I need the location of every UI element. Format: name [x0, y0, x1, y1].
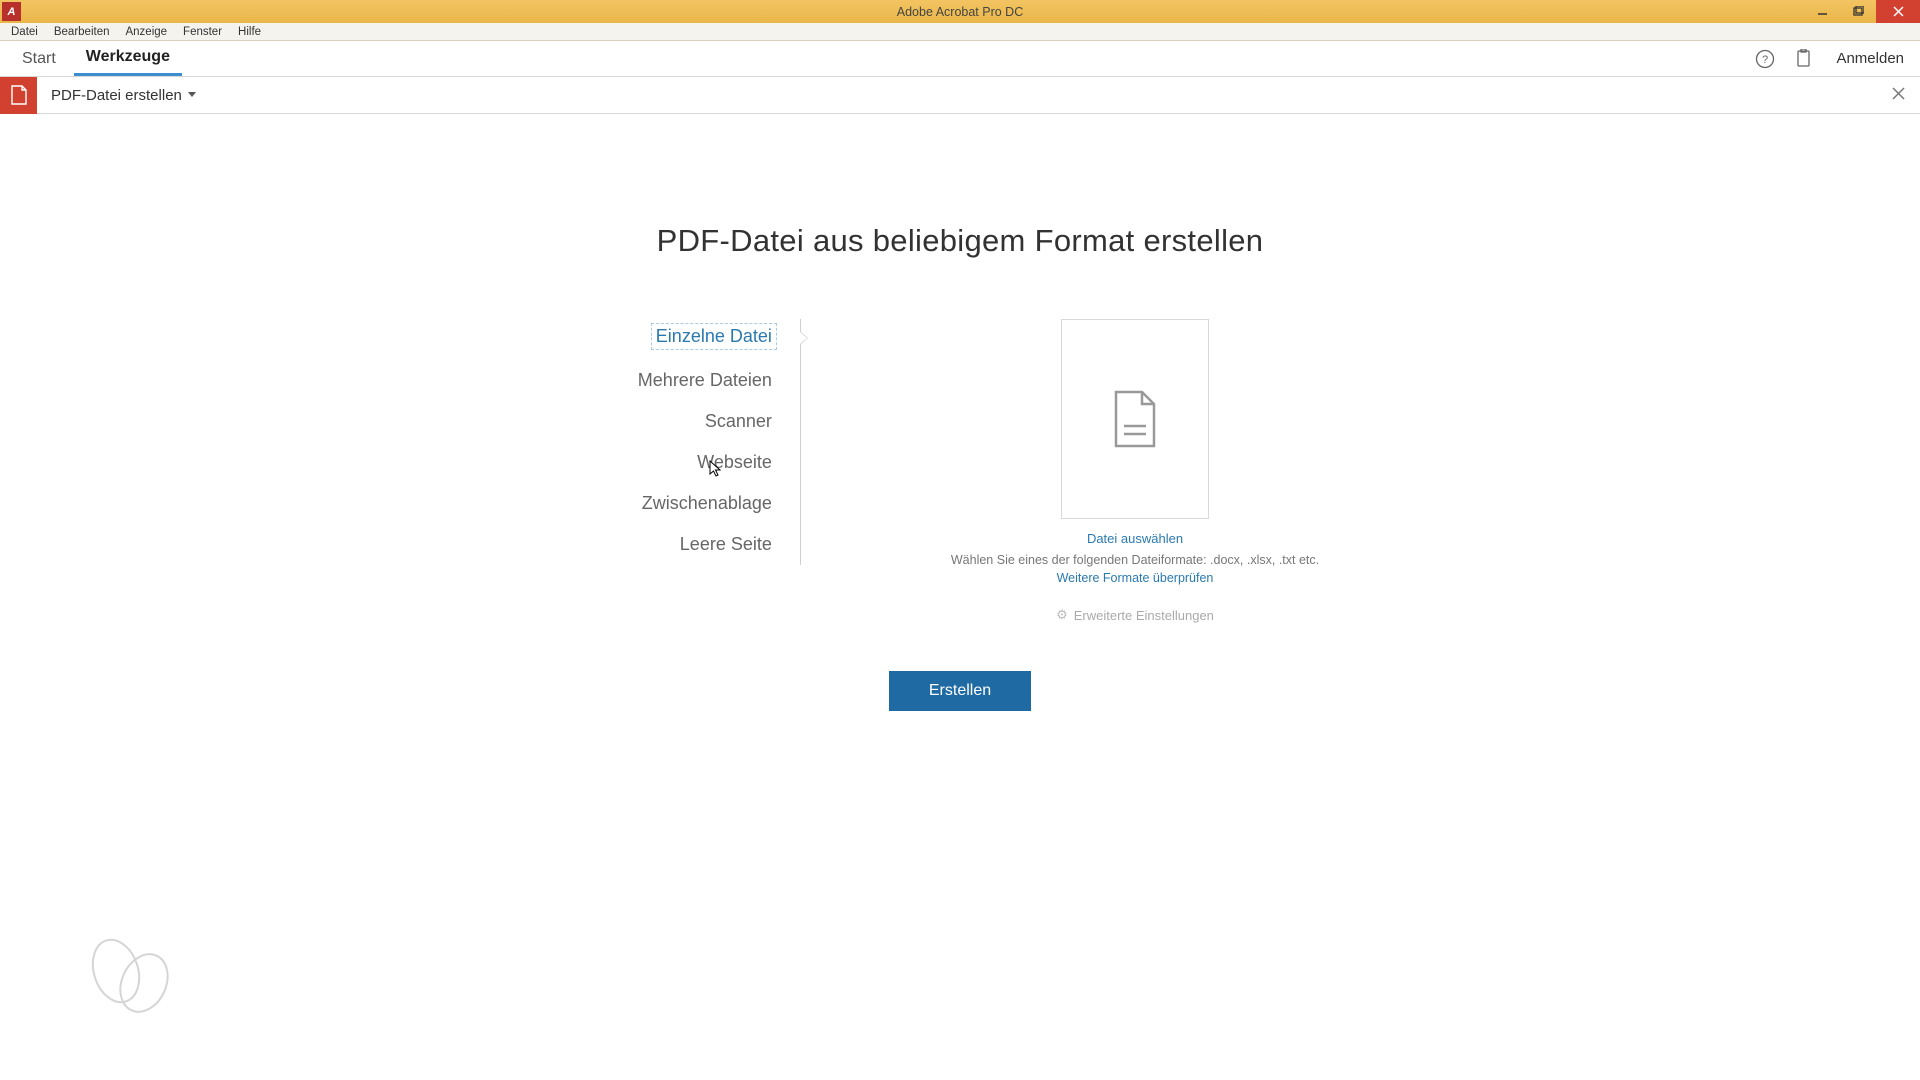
more-formats-link[interactable]: Weitere Formate überprüfen	[1057, 571, 1214, 585]
window-controls	[1804, 0, 1920, 23]
tool-close-button[interactable]	[1891, 85, 1906, 106]
close-icon	[1891, 86, 1906, 101]
app-icon: A	[2, 2, 21, 21]
source-leere-seite[interactable]: Leere Seite	[601, 534, 772, 555]
tool-header: PDF-Datei erstellen	[0, 77, 1920, 114]
maximize-icon	[1853, 6, 1864, 17]
tab-werkzeuge[interactable]: Werkzeuge	[74, 41, 182, 76]
source-zwischenablage[interactable]: Zwischenablage	[601, 493, 772, 514]
tabs-right: ? Anmelden	[1754, 48, 1912, 70]
gear-icon: ⚙	[1056, 607, 1068, 623]
file-drop-zone[interactable]	[1061, 319, 1209, 519]
create-pdf-icon	[9, 84, 29, 106]
close-button[interactable]	[1876, 0, 1920, 23]
content-row: Einzelne Datei Mehrere Dateien Scanner W…	[601, 319, 1319, 623]
menu-fenster[interactable]: Fenster	[176, 25, 229, 39]
menu-hilfe[interactable]: Hilfe	[231, 25, 268, 39]
menu-anzeige[interactable]: Anzeige	[118, 25, 174, 39]
tabs-row: Start Werkzeuge ? Anmelden	[0, 41, 1920, 77]
maximize-button[interactable]	[1840, 0, 1876, 23]
select-file-link[interactable]: Datei auswählen	[1087, 531, 1183, 546]
minimize-button[interactable]	[1804, 0, 1840, 23]
source-webseite[interactable]: Webseite	[601, 452, 772, 473]
bell-icon	[1795, 49, 1812, 69]
tab-start[interactable]: Start	[10, 43, 68, 75]
help-button[interactable]: ?	[1754, 48, 1776, 70]
tool-title-label: PDF-Datei erstellen	[51, 87, 182, 104]
tool-title[interactable]: PDF-Datei erstellen	[51, 87, 196, 104]
formats-hint: Wählen Sie eines der folgenden Dateiform…	[951, 553, 1319, 567]
menu-datei[interactable]: Datei	[4, 25, 45, 39]
close-icon	[1893, 6, 1904, 17]
menubar: Datei Bearbeiten Anzeige Fenster Hilfe	[0, 23, 1920, 41]
app-title: Adobe Acrobat Pro DC	[897, 5, 1023, 19]
create-button[interactable]: Erstellen	[889, 671, 1031, 711]
main-content: PDF-Datei aus beliebigem Format erstelle…	[0, 115, 1920, 1080]
notifications-button[interactable]	[1792, 48, 1814, 70]
advanced-settings-label: Erweiterte Einstellungen	[1074, 608, 1214, 623]
chevron-down-icon	[188, 92, 196, 98]
source-scanner[interactable]: Scanner	[601, 411, 772, 432]
page-heading: PDF-Datei aus beliebigem Format erstelle…	[657, 223, 1264, 259]
signin-link[interactable]: Anmelden	[1836, 50, 1904, 67]
menu-bearbeiten[interactable]: Bearbeiten	[47, 25, 117, 39]
source-einzelne-datei[interactable]: Einzelne Datei	[651, 323, 777, 350]
svg-text:?: ?	[1762, 54, 1768, 66]
selection-arrow	[800, 331, 808, 345]
acrobat-glyph: A	[8, 6, 16, 18]
advanced-settings: ⚙ Erweiterte Einstellungen	[1056, 607, 1214, 623]
decorative-logo	[86, 933, 181, 1018]
help-icon: ?	[1755, 49, 1775, 69]
document-icon	[1110, 388, 1160, 450]
source-mehrere-dateien[interactable]: Mehrere Dateien	[601, 370, 772, 391]
source-type-list: Einzelne Datei Mehrere Dateien Scanner W…	[601, 319, 801, 565]
right-pane: Datei auswählen Wählen Sie eines der fol…	[951, 319, 1319, 623]
titlebar: A Adobe Acrobat Pro DC	[0, 0, 1920, 23]
minimize-icon	[1817, 6, 1828, 17]
tool-icon-box	[0, 77, 37, 114]
